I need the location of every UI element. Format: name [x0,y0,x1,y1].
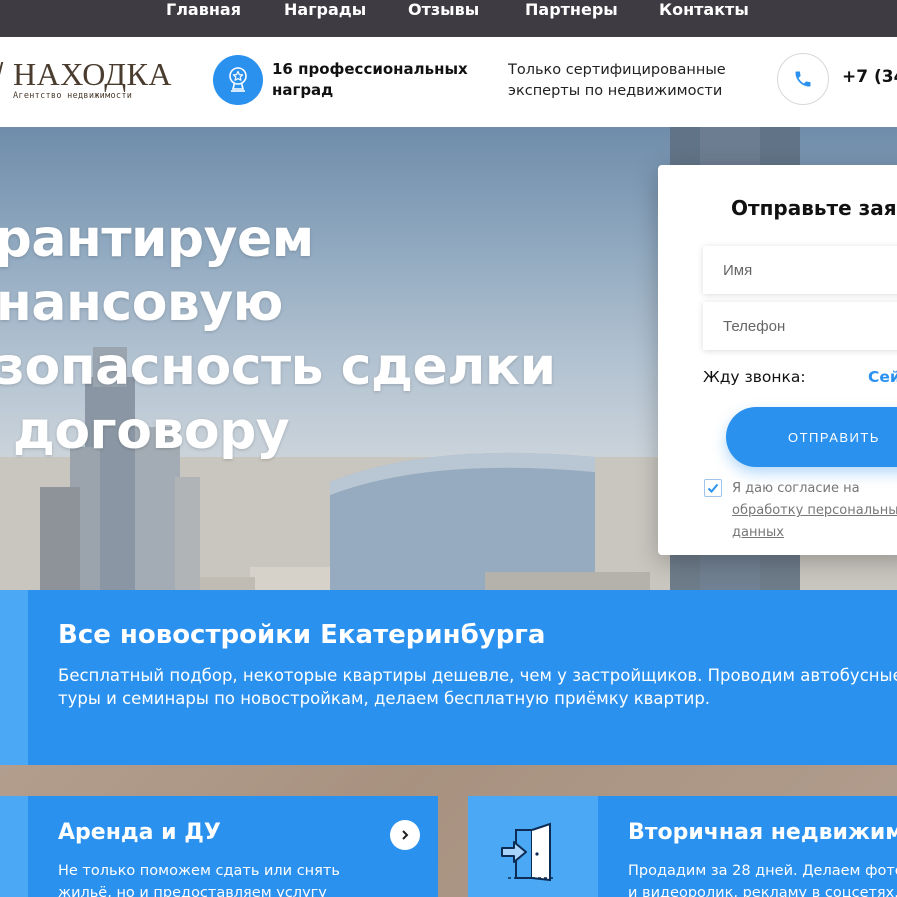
card-rental-text: Не только поможем сдать или снять жильё,… [58,863,340,897]
arrow-right-icon[interactable] [390,820,420,850]
consent-checkbox[interactable] [704,479,722,497]
name-input[interactable] [703,246,897,294]
site-header: НАХОДКА Агентство недвижимости 16 профес… [0,37,897,127]
certification-text: Только сертифицированные эксперты по нед… [508,62,726,99]
logo-title: НАХОДКА [13,56,172,92]
awards-text: 16 профессиональных наград [272,60,468,99]
logo-mark [0,62,8,88]
card-rental-title: Аренда и ДУ [58,820,221,845]
hero-headline: арантируем инансовую езопасность сделки … [0,209,556,461]
band-left-stripe [0,590,28,765]
nav-item-partners[interactable]: Партнеры [525,0,618,20]
request-form: Отправьте заявку Жду звонка: Сейчас ОТПР… [658,165,897,555]
form-title: Отправьте заявку [731,196,897,220]
top-navigation: Главная Награды Отзывы Партнеры Контакты [0,0,897,37]
door-enter-icon [501,822,556,882]
privacy-link[interactable]: обработку персональных данных [732,503,897,540]
nav-item-awards[interactable]: Награды [284,0,366,20]
logo-subtitle: Агентство недвижимости [13,91,133,101]
nav-item-home[interactable]: Главная [166,0,241,20]
phone-input[interactable] [703,302,897,350]
new-buildings-title: Все новостройки Екатеринбурга [58,620,546,650]
card-secondary-text: Продадим за 28 дней. Делаем фотосессию и… [628,863,897,897]
phone-button[interactable] [777,53,829,105]
card-secondary[interactable]: Вторичная недвижимость Продадим за 28 дн… [598,796,897,897]
new-buildings-text: Бесплатный подбор, некоторые квартиры де… [58,666,897,708]
nav-item-reviews[interactable]: Отзывы [408,0,479,20]
callback-time-label: Жду звонка: [703,368,806,386]
callback-time-select[interactable]: Сейчас [868,368,897,386]
phone-icon [795,71,811,87]
card-left-stripe [0,796,28,897]
nav-item-contacts[interactable]: Контакты [659,0,749,20]
new-buildings-section[interactable]: Все новостройки Екатеринбурга Бесплатный… [28,590,897,765]
consent-text: Я даю согласие на обработку персональных… [732,478,897,544]
award-icon [213,55,263,105]
checkmark-icon [707,483,719,493]
card-secondary-title: Вторичная недвижимость [628,820,897,845]
submit-button[interactable]: ОТПРАВИТЬ [726,407,897,467]
phone-number[interactable]: +7 (34 [842,67,897,87]
card-rental[interactable]: Аренда и ДУ Не только поможем сдать или … [28,796,438,897]
